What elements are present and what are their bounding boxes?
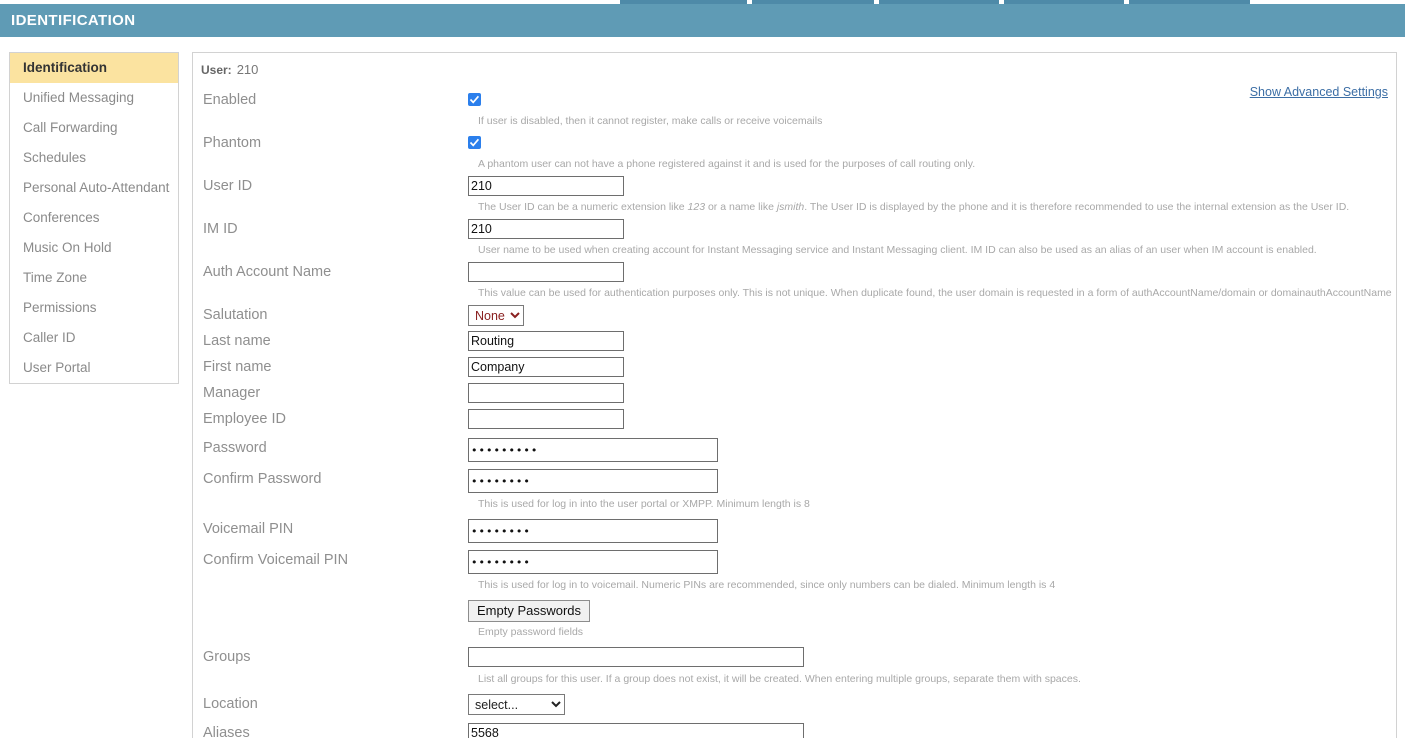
identification-form-panel: User: 210 Show Advanced Settings Enabled …: [192, 52, 1397, 738]
hint-voicemail-pin: This is used for log in to voicemail. Nu…: [478, 579, 1056, 591]
field-row-im-id: IM ID: [193, 219, 1396, 241]
label-auth-account-name: Auth Account Name: [203, 264, 332, 280]
identification-page: IDENTIFICATION Identification Unified Me…: [0, 0, 1405, 738]
label-im-id: IM ID: [203, 221, 238, 237]
manager-input[interactable]: [468, 383, 624, 403]
label-voicemail-pin: Voicemail PIN: [203, 521, 294, 537]
user-summary: User: 210: [193, 53, 1396, 77]
user-value: 210: [236, 62, 259, 77]
sidebar-item-identification[interactable]: Identification: [10, 53, 178, 83]
location-select[interactable]: select...: [468, 694, 565, 715]
aliases-input[interactable]: [468, 723, 804, 738]
label-phantom: Phantom: [203, 135, 262, 151]
hint-enabled: If user is disabled, then it cannot regi…: [478, 115, 823, 127]
groups-input[interactable]: [468, 647, 804, 667]
hint-phantom: A phantom user can not have a phone regi…: [478, 158, 976, 170]
label-location: Location: [203, 696, 258, 712]
show-advanced-settings-link[interactable]: Show Advanced Settings: [1250, 85, 1388, 99]
hint-groups: List all groups for this user. If a grou…: [478, 673, 1081, 685]
field-row-employee-id: Employee ID: [193, 409, 1396, 431]
identification-form: Enabled If user is disabled, then it can…: [193, 77, 1396, 738]
user-id-input[interactable]: [468, 176, 624, 196]
hint-im-id: User name to be used when creating accou…: [478, 244, 1317, 256]
auth-account-name-input[interactable]: [468, 262, 624, 282]
hint-user-id-example-number: 123: [687, 201, 706, 213]
field-row-empty-passwords: Empty Passwords: [193, 600, 1396, 622]
field-row-confirm-voicemail-pin: Confirm Voicemail PIN: [193, 550, 1396, 574]
hint-empty-passwords: Empty password fields: [478, 626, 584, 638]
sidebar-item-caller-id[interactable]: Caller ID: [10, 323, 178, 353]
confirm-password-input[interactable]: [468, 469, 718, 493]
sidebar-item-call-forwarding[interactable]: Call Forwarding: [10, 113, 178, 143]
field-row-location: Location select...: [193, 694, 1396, 716]
label-groups: Groups: [203, 649, 251, 665]
page-title: IDENTIFICATION: [11, 12, 136, 29]
first-name-input[interactable]: [468, 357, 624, 377]
label-confirm-voicemail-pin: Confirm Voicemail PIN: [203, 552, 349, 568]
hint-user-id-c: . The User ID is displayed by the phone …: [804, 201, 1350, 213]
sidebar-nav: Identification Unified Messaging Call Fo…: [9, 52, 179, 384]
sidebar-item-user-portal[interactable]: User Portal: [10, 353, 178, 383]
phantom-checkbox[interactable]: [468, 136, 481, 149]
field-row-first-name: First name: [193, 357, 1396, 379]
field-row-confirm-password: Confirm Password: [193, 469, 1396, 493]
field-row-auth-account-name: Auth Account Name: [193, 262, 1396, 284]
employee-id-input[interactable]: [468, 409, 624, 429]
field-row-aliases: Aliases: [193, 723, 1396, 738]
salutation-select[interactable]: None: [468, 305, 524, 326]
sidebar-item-music-on-hold[interactable]: Music On Hold: [10, 233, 178, 263]
page-body: Identification Unified Messaging Call Fo…: [0, 37, 1405, 738]
label-salutation: Salutation: [203, 307, 268, 323]
hint-user-id-a: The User ID can be a numeric extension l…: [478, 201, 688, 213]
password-input[interactable]: [468, 438, 718, 462]
page-header-bar: IDENTIFICATION: [0, 4, 1405, 37]
empty-passwords-button[interactable]: Empty Passwords: [468, 600, 591, 622]
field-row-enabled: Enabled: [193, 90, 1396, 112]
label-password: Password: [203, 440, 267, 456]
label-first-name: First name: [203, 359, 272, 375]
field-row-groups: Groups: [193, 647, 1396, 669]
field-row-last-name: Last name: [193, 331, 1396, 353]
field-row-phantom: Phantom: [193, 133, 1396, 155]
field-row-password: Password: [193, 438, 1396, 462]
field-row-salutation: Salutation None: [193, 305, 1396, 327]
voicemail-pin-input[interactable]: [468, 519, 718, 543]
hint-user-id: The User ID can be a numeric extension l…: [478, 198, 1396, 215]
label-user-id: User ID: [203, 178, 253, 194]
sidebar-item-conferences[interactable]: Conferences: [10, 203, 178, 233]
sidebar-item-unified-messaging[interactable]: Unified Messaging: [10, 83, 178, 113]
confirm-voicemail-pin-input[interactable]: [468, 550, 718, 574]
hint-auth-account-name: This value can be used for authenticatio…: [478, 287, 1392, 299]
label-manager: Manager: [203, 385, 261, 401]
label-enabled: Enabled: [203, 92, 257, 108]
last-name-input[interactable]: [468, 331, 624, 351]
field-row-manager: Manager: [193, 383, 1396, 405]
field-row-user-id: User ID: [193, 176, 1396, 198]
enabled-checkbox[interactable]: [468, 93, 481, 106]
hint-password: This is used for log in into the user po…: [478, 498, 810, 510]
label-aliases: Aliases: [203, 725, 250, 738]
sidebar-item-personal-auto-attendant[interactable]: Personal Auto-Attendant: [10, 173, 178, 203]
hint-user-id-example-name: jsmith: [776, 201, 805, 213]
sidebar-item-schedules[interactable]: Schedules: [10, 143, 178, 173]
sidebar-item-permissions[interactable]: Permissions: [10, 293, 178, 323]
label-last-name: Last name: [203, 333, 271, 349]
label-confirm-password: Confirm Password: [203, 471, 322, 487]
hint-user-id-b: or a name like: [705, 201, 777, 213]
sidebar-item-time-zone[interactable]: Time Zone: [10, 263, 178, 293]
field-row-voicemail-pin: Voicemail PIN: [193, 519, 1396, 543]
user-label: User:: [201, 63, 232, 77]
im-id-input[interactable]: [468, 219, 624, 239]
label-employee-id: Employee ID: [203, 411, 287, 427]
